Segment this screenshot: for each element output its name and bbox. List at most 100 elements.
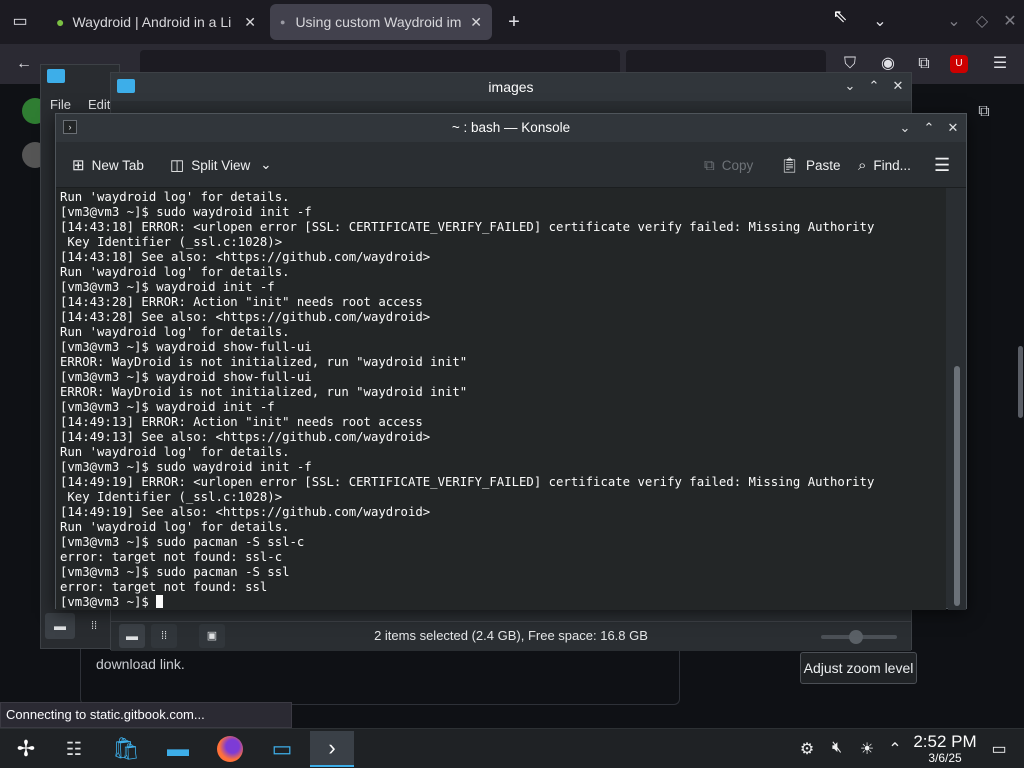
terminal-line: [14:49:13] ERROR: Action "init" needs ro… xyxy=(60,415,423,429)
new-tab-button[interactable]: ⊞ New Tab xyxy=(72,152,144,178)
terminal-line: [vm3@vm3 ~]$ waydroid init -f xyxy=(60,280,275,294)
tray-expand-icon[interactable]: ⌃ xyxy=(884,739,906,759)
terminal-line: Key Identifier (_ssl.c:1028)> xyxy=(60,490,283,504)
show-desktop-icon[interactable]: ▭ xyxy=(988,739,1010,759)
clock[interactable]: 2:52 PM 3/6/25 xyxy=(908,732,982,765)
terminal-line: Run 'waydroid log' for details. xyxy=(60,325,290,339)
terminal-line: [vm3@vm3 ~]$ sudo pacman -S ssl-c xyxy=(60,535,305,549)
scrollbar-thumb[interactable] xyxy=(954,366,960,606)
terminal-cursor xyxy=(156,595,164,608)
toolbar: ⊞ New Tab ◫ Split View ⌄ ⧉ Copy 📋︎ Paste… xyxy=(56,142,966,188)
copy-icon: ⧉ xyxy=(704,156,715,174)
tab-waydroid[interactable]: ● Waydroid | Android in a Li ✕ xyxy=(46,4,266,40)
file-manager-icon[interactable]: ▬ xyxy=(156,731,200,767)
terminal-line: [14:43:18] ERROR: <urlopen error [SSL: C… xyxy=(60,220,875,234)
close-window-icon[interactable]: ✕ xyxy=(998,10,1022,34)
split-view-button[interactable]: ◫ Split View ⌄ xyxy=(170,152,272,178)
zoom-slider-handle[interactable] xyxy=(849,630,863,644)
paste-label: Paste xyxy=(806,157,841,173)
terminal-line: Run 'waydroid log' for details. xyxy=(60,265,290,279)
terminal-line: [vm3@vm3 ~]$ sudo pacman -S ssl xyxy=(60,565,290,579)
taskbar: ✢ ☷ 🛍︎ ▬ ▭ › ⚙︎ 🔇︎ ☀ ⌃ 2:52 PM 3/6/25 ▭ xyxy=(0,728,1024,768)
terminal-line: [14:49:13] See also: <https://github.com… xyxy=(60,430,431,444)
mouse-cursor-icon: ⇖ xyxy=(832,6,848,26)
terminal-line: error: target not found: ssl xyxy=(60,580,268,594)
split-view-icon: ◫ xyxy=(170,157,185,174)
page-scrollbar[interactable] xyxy=(1018,346,1023,418)
application-launcher-icon[interactable]: ✢ xyxy=(4,731,48,767)
terminal-line: ERROR: WayDroid is not initialized, run … xyxy=(60,355,468,369)
terminal-line: [vm3@vm3 ~]$ sudo waydroid init -f xyxy=(60,205,312,219)
loading-favicon: ● xyxy=(280,17,286,27)
hamburger-menu-icon[interactable]: ☰ xyxy=(934,152,950,178)
panel-terminal-button[interactable]: ⁞⁞ xyxy=(81,613,107,639)
terminal-line: [vm3@vm3 ~]$ sudo waydroid init -f xyxy=(60,460,312,474)
extensions-icon[interactable]: ⧉ xyxy=(912,52,936,76)
copy-page-icon[interactable]: ⧉ xyxy=(972,100,996,124)
terminal-output: Run 'waydroid log' for details. [vm3@vm3 … xyxy=(60,190,874,610)
maximize-icon[interactable]: ⌃ xyxy=(918,120,940,136)
close-tab-icon[interactable]: ✕ xyxy=(470,14,482,31)
waydroid-favicon: ● xyxy=(56,14,65,30)
volume-muted-icon[interactable]: 🔇︎ xyxy=(826,739,848,757)
network-icon[interactable]: ⚙︎ xyxy=(796,739,818,759)
konsole-app-icon: › xyxy=(63,120,77,134)
copy-button[interactable]: ⧉ Copy xyxy=(704,152,753,178)
terminal-line: [14:49:19] ERROR: <urlopen error [SSL: C… xyxy=(60,475,875,489)
folder-icon xyxy=(117,79,135,93)
tab-custom-waydroid[interactable]: ● Using custom Waydroid im ✕ xyxy=(270,4,492,40)
chevron-down-icon: ⌄ xyxy=(260,157,272,172)
dolphin-task-icon[interactable]: ▭ xyxy=(260,731,304,767)
terminal-prompt: [vm3@vm3 ~]$ xyxy=(60,595,157,609)
back-icon[interactable]: ← xyxy=(12,52,36,76)
discover-store-icon[interactable]: 🛍︎ xyxy=(104,731,148,767)
clock-date: 3/6/25 xyxy=(928,751,962,765)
terminal-area[interactable]: Run 'waydroid log' for details. [vm3@vm3 … xyxy=(56,188,946,610)
brightness-icon[interactable]: ☀ xyxy=(856,739,878,759)
konsole-window[interactable]: ~ : bash — Konsole › ⌄ ⌃ ✕ ⊞ New Tab ◫ S… xyxy=(55,113,967,610)
status-message: Connecting to static.gitbook.com... xyxy=(0,702,292,728)
menu-edit[interactable]: Edit xyxy=(88,97,110,112)
tab-bar: ▭ ● Waydroid | Android in a Li ✕ ● Using… xyxy=(0,0,1024,44)
terminal-line: [14:43:28] See also: <https://github.com… xyxy=(60,310,431,324)
maximize-icon[interactable]: ◇ xyxy=(970,10,994,34)
minimize-icon[interactable]: ⌄ xyxy=(894,120,916,136)
find-label: Find... xyxy=(873,157,911,173)
system-settings-icon[interactable]: ☷ xyxy=(52,731,96,767)
search-icon: ⌕ xyxy=(858,156,867,174)
window-title: images xyxy=(111,73,911,101)
list-all-tabs-icon[interactable]: ⌄ xyxy=(868,10,892,34)
folder-icon xyxy=(47,69,65,83)
konsole-task-icon[interactable]: › xyxy=(310,731,354,767)
menu-file[interactable]: File xyxy=(50,97,71,112)
terminal-line: ERROR: WayDroid is not initialized, run … xyxy=(60,385,468,399)
terminal-prompt-line: [vm3@vm3 ~]$ xyxy=(60,595,874,610)
new-tab-icon[interactable]: + xyxy=(502,10,526,34)
terminal-line: [vm3@vm3 ~]$ waydroid init -f xyxy=(60,400,275,414)
window-title: ~ : bash — Konsole xyxy=(56,114,966,142)
find-button[interactable]: ⌕ Find... xyxy=(858,152,911,178)
paste-icon: 📋︎ xyxy=(780,157,800,174)
close-tab-icon[interactable]: ✕ xyxy=(244,14,256,31)
copy-label: Copy xyxy=(721,157,754,173)
paste-button[interactable]: 📋︎ Paste xyxy=(780,152,841,178)
ublock-icon[interactable]: U xyxy=(950,55,968,73)
terminal-line: [14:49:19] See also: <https://github.com… xyxy=(60,505,431,519)
terminal-scrollbar[interactable] xyxy=(948,188,966,610)
terminal-line: [14:43:28] ERROR: Action "init" needs ro… xyxy=(60,295,423,309)
menu-icon[interactable]: ☰ xyxy=(988,52,1012,76)
new-tab-label: New Tab xyxy=(91,157,144,173)
tab-overview-icon[interactable]: ▭ xyxy=(8,10,32,34)
maximize-icon[interactable]: ⌃ xyxy=(863,78,885,94)
zoom-tooltip: Adjust zoom level xyxy=(800,652,917,684)
minimize-icon[interactable]: ⌄ xyxy=(942,10,966,34)
close-icon[interactable]: ✕ xyxy=(942,120,964,136)
terminal-line: Run 'waydroid log' for details. xyxy=(60,520,290,534)
firefox-icon[interactable] xyxy=(208,731,252,767)
panel-folder-button[interactable]: ▬ xyxy=(45,613,75,639)
split-view-label: Split View xyxy=(191,157,251,173)
minimize-icon[interactable]: ⌄ xyxy=(839,78,861,94)
terminal-line: [14:43:18] See also: <https://github.com… xyxy=(60,250,431,264)
close-icon[interactable]: ✕ xyxy=(887,78,909,94)
page-paragraph: download link. xyxy=(96,656,185,672)
